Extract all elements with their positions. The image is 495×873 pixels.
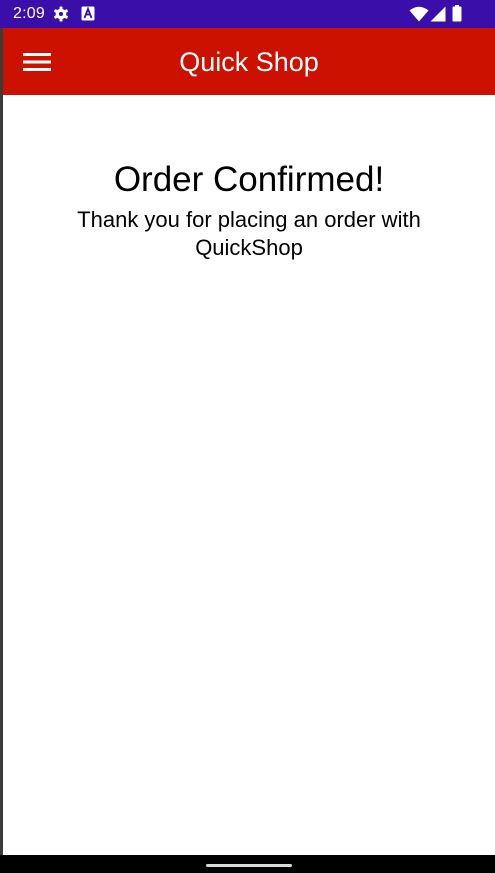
status-bar: 2:09: [0, 0, 495, 28]
settings-gear-icon: [54, 6, 68, 22]
cellular-signal-icon: [430, 6, 446, 22]
a-badge-icon: [81, 6, 95, 21]
thank-you-message: Thank you for placing an order with Quic…: [77, 207, 421, 260]
order-confirmation-page: Order Confirmed! Thank you for placing a…: [3, 95, 495, 855]
app-title: Quick Shop: [179, 47, 319, 77]
battery-icon: [452, 5, 462, 22]
system-navigation-bar: [0, 855, 495, 873]
wifi-icon: [409, 6, 429, 22]
home-gesture-handle[interactable]: [206, 864, 292, 867]
order-confirmed-heading: Order Confirmed!: [113, 160, 385, 199]
app-bar: Quick Shop: [3, 28, 495, 95]
status-time: 2:09: [13, 5, 45, 22]
